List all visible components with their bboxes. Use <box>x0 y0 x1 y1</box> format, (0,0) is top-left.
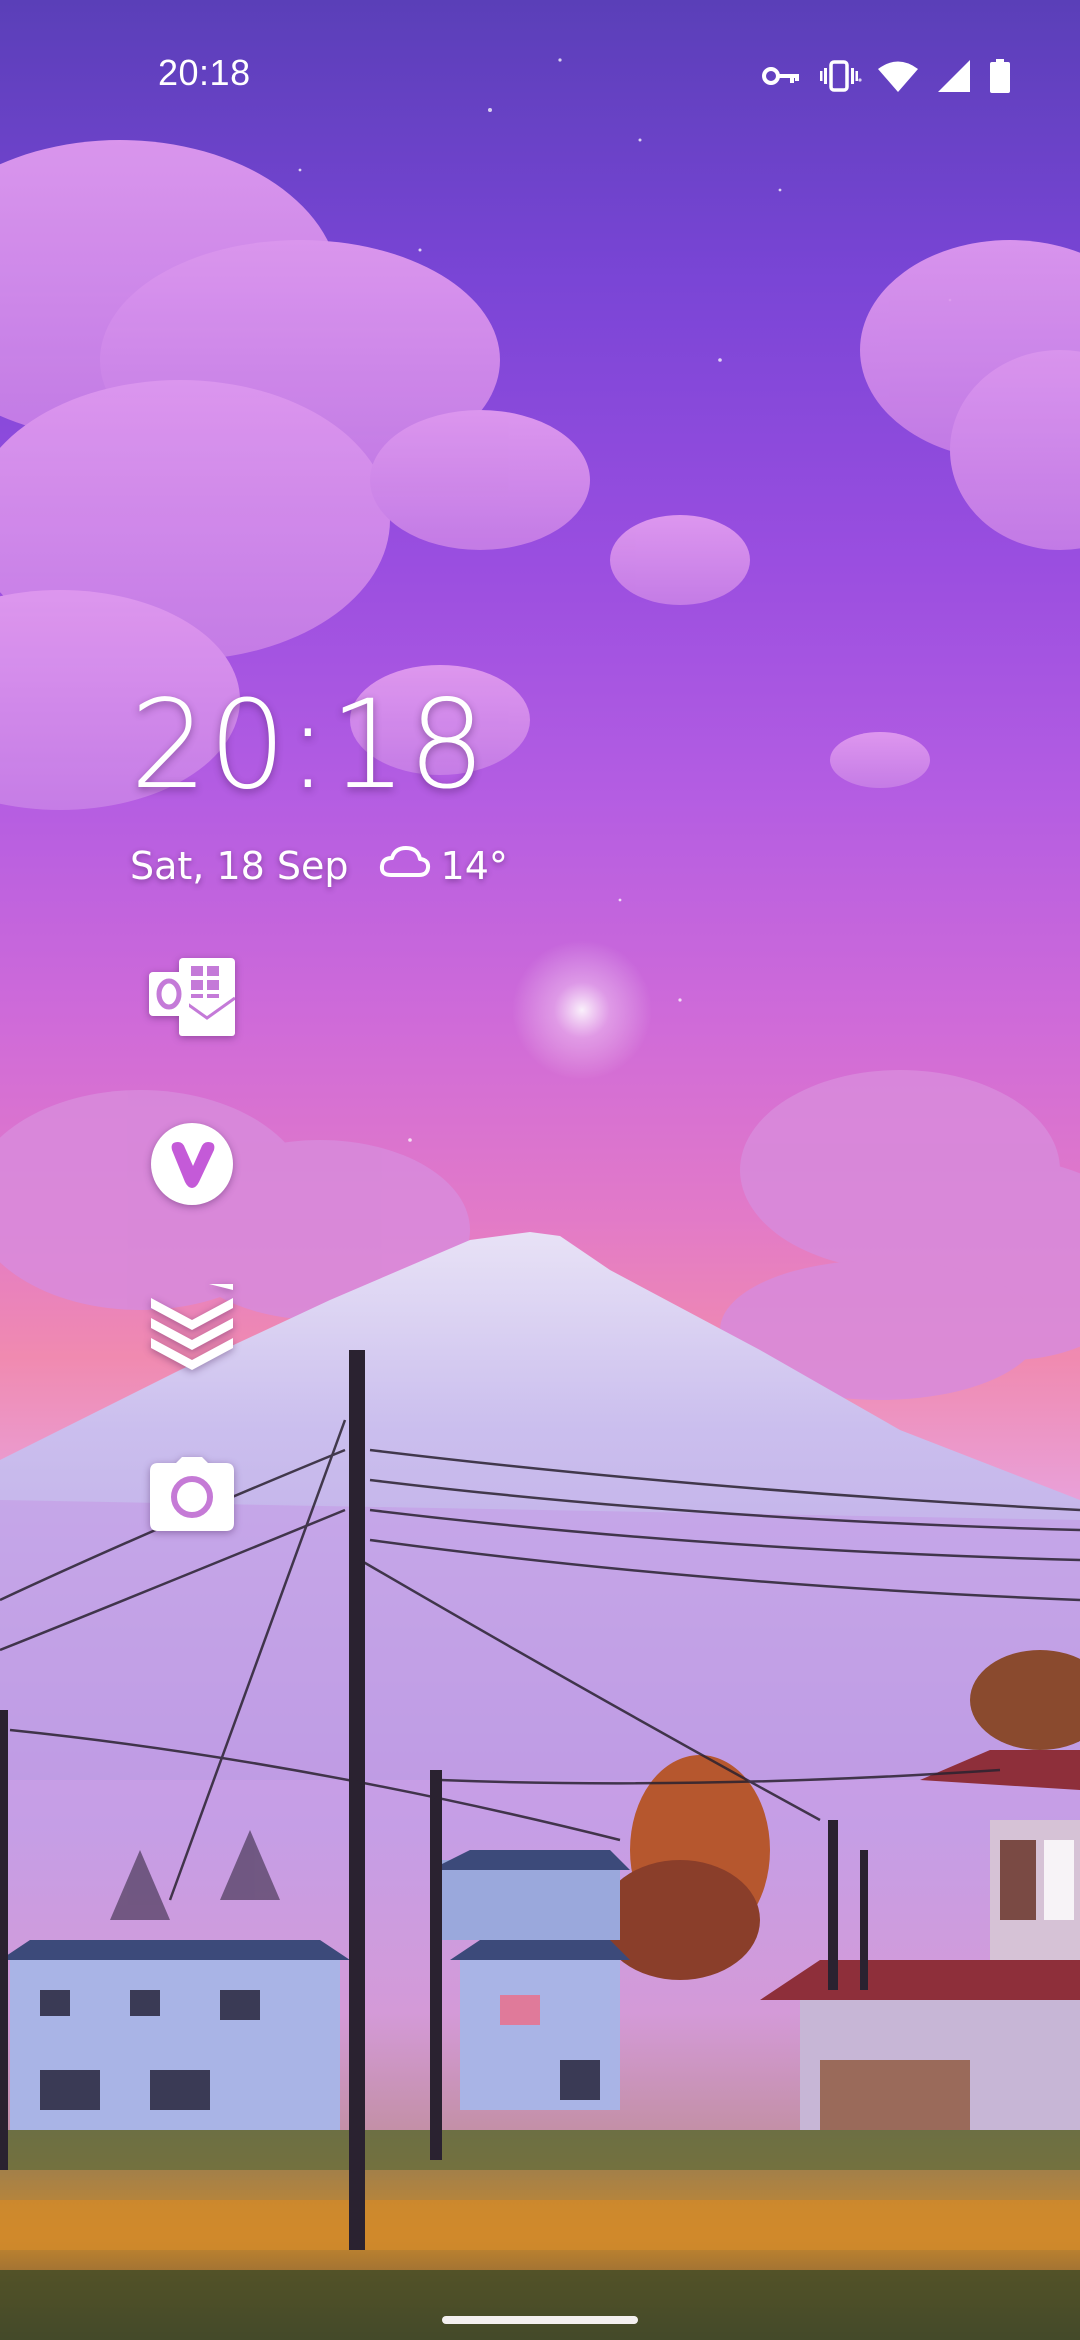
weather-info[interactable]: 14° <box>379 844 508 888</box>
layers-shortcut[interactable] <box>148 1282 236 1374</box>
battery-icon <box>990 59 1010 93</box>
gesture-nav-handle[interactable] <box>442 2316 638 2324</box>
outlook-shortcut[interactable] <box>148 955 236 1043</box>
status-bar: 20:18 <box>0 0 1080 150</box>
status-icons <box>762 56 1010 96</box>
widget-date[interactable]: Sat, 18 Sep <box>130 844 349 888</box>
cloud-icon <box>379 844 441 888</box>
camera-shortcut[interactable] <box>148 1452 236 1540</box>
vivaldi-icon <box>150 1122 234 1210</box>
vivaldi-shortcut[interactable] <box>148 1122 236 1210</box>
widget-clock-time[interactable]: 20:18 <box>130 680 730 810</box>
wifi-icon <box>878 60 918 92</box>
outlook-icon <box>149 958 236 1040</box>
date-weather-line[interactable]: Sat, 18 Sep 14° <box>130 844 730 888</box>
home-screen: 20:18 20:18 Sat, 18 Sep 14° <box>0 0 1080 2340</box>
clock-widget[interactable]: 20:18 Sat, 18 Sep 14° <box>130 680 730 888</box>
status-time: 20:18 <box>158 52 251 93</box>
temperature: 14° <box>440 844 508 888</box>
layers-icon <box>149 1282 235 1374</box>
camera-icon <box>150 1457 234 1535</box>
vpn-key-icon <box>762 64 800 88</box>
vibrate-icon <box>820 60 858 92</box>
cell-signal-icon <box>938 60 970 92</box>
